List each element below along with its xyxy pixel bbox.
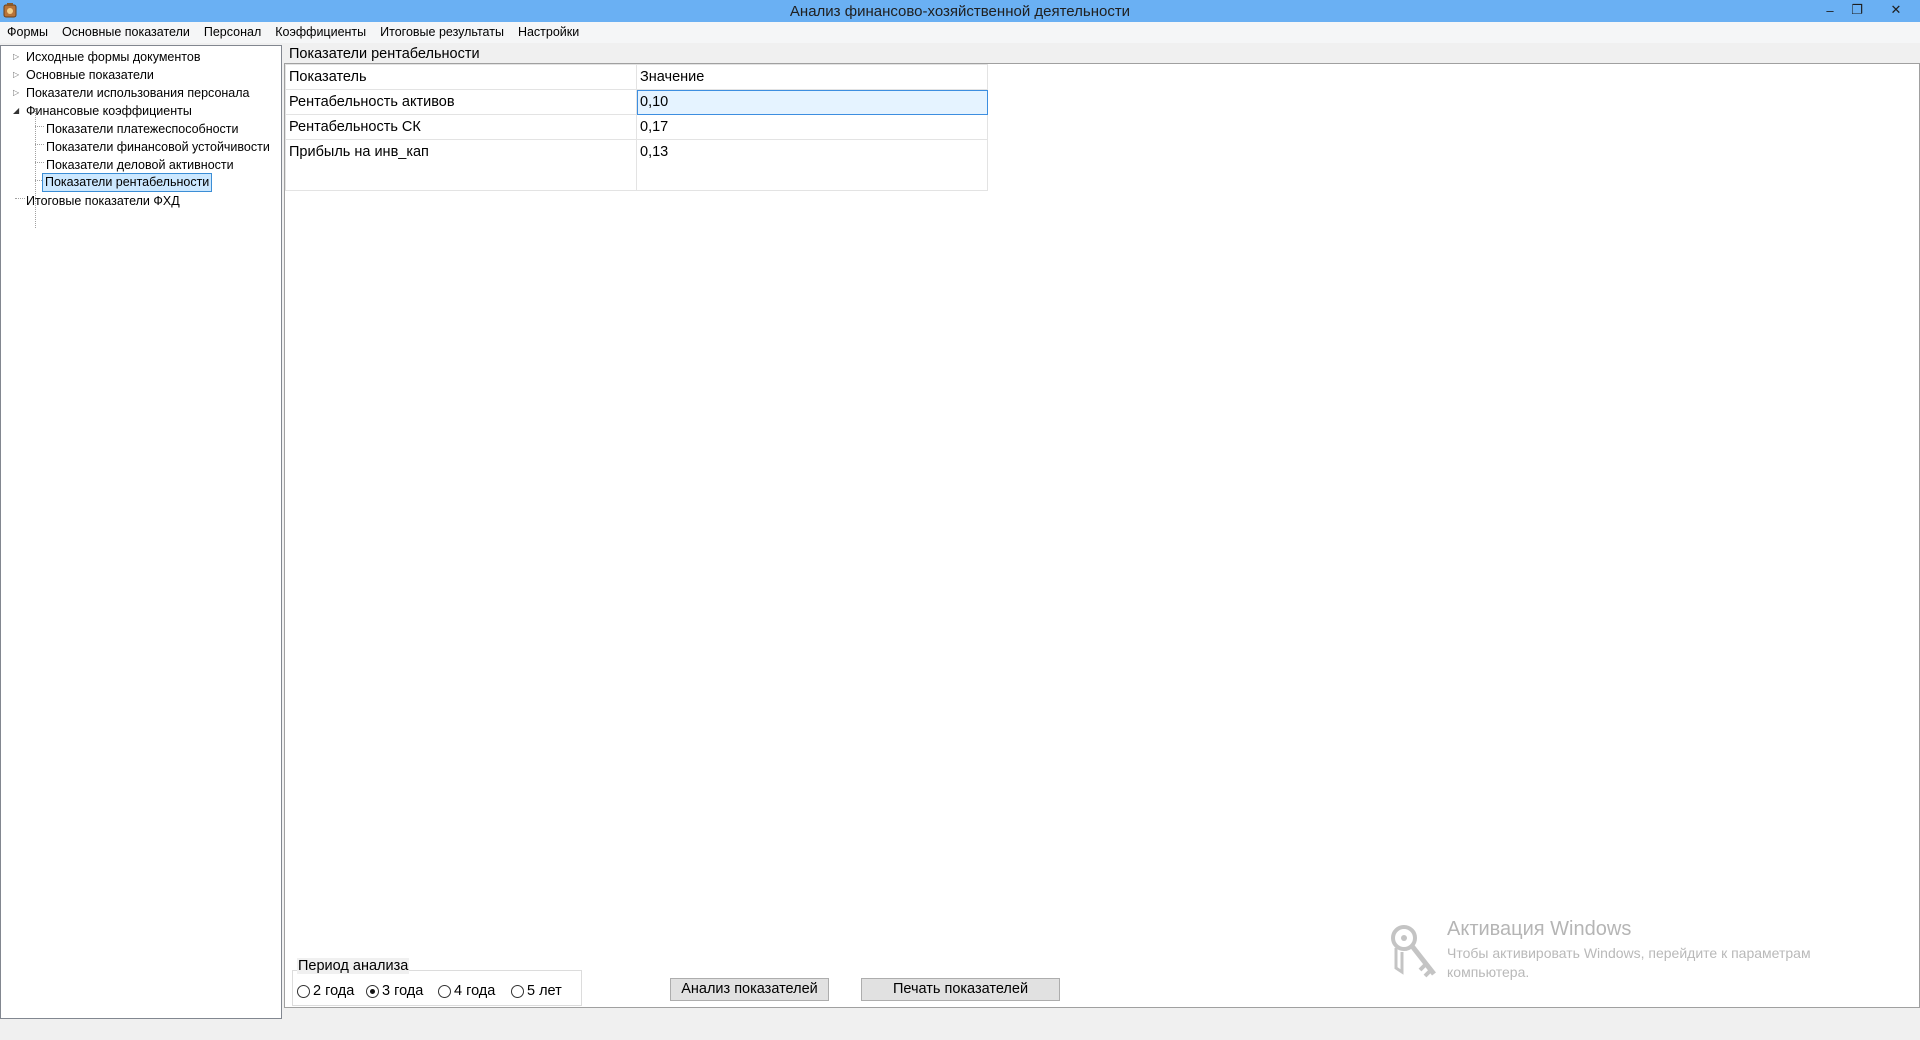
- radio-label: 2 года: [313, 983, 355, 999]
- indicator-name-cell[interactable]: Рентабельность активов: [285, 89, 637, 115]
- indicator-value-cell[interactable]: 0,13: [636, 139, 988, 191]
- content-area: Показатель Значение Рентабельность актив…: [284, 63, 1920, 1008]
- menu-settings[interactable]: Настройки: [511, 22, 586, 43]
- radio-icon[interactable]: [297, 984, 310, 998]
- radio-label: 3 года: [382, 983, 424, 999]
- activation-watermark: Активация Windows Чтобы активировать Win…: [1390, 918, 1850, 988]
- collapse-arrow-icon[interactable]: ◢: [13, 107, 21, 115]
- indicator-value-cell[interactable]: 0,10: [636, 89, 988, 115]
- watermark-title: Активация Windows: [1447, 918, 1632, 940]
- tree-item-label: Исходные формы документов: [26, 50, 201, 64]
- indicator-name-cell[interactable]: Прибыль на инв_кап: [285, 139, 637, 191]
- expand-arrow-icon[interactable]: ▷: [13, 71, 21, 79]
- tree-item-business-activity[interactable]: Показатели деловой активности: [46, 156, 234, 174]
- table-row[interactable]: Рентабельность активов 0,10: [285, 89, 988, 115]
- tree-item-label: Показатели рентабельности: [45, 175, 210, 189]
- tree-connector-line: [35, 126, 44, 127]
- main-panel: Показатели рентабельности Показатель Зна…: [284, 45, 1920, 1019]
- tree-connector-line: [15, 198, 25, 199]
- menu-results[interactable]: Итоговые результаты: [373, 22, 511, 43]
- indicator-name-cell[interactable]: Рентабельность СК: [285, 114, 637, 140]
- restore-button[interactable]: ❐: [1840, 0, 1874, 20]
- tree-item-profitability[interactable]: Показатели рентабельности: [42, 173, 213, 192]
- menu-bar: Формы Основные показатели Персонал Коэфф…: [0, 22, 1920, 43]
- tree-item-label: Показатели финансовой устойчивости: [46, 140, 270, 154]
- radio-checked-icon[interactable]: [366, 984, 379, 998]
- radio-icon[interactable]: [511, 984, 524, 998]
- expand-arrow-icon[interactable]: ▷: [13, 89, 21, 97]
- window-title: Анализ финансово-хозяйственной деятельно…: [789, 3, 1131, 20]
- key-icon: [1391, 925, 1436, 978]
- tree-item-label: Основные показатели: [26, 68, 154, 82]
- status-bar: [0, 1019, 1920, 1040]
- radio-label: 4 года: [454, 983, 496, 999]
- radio-icon[interactable]: [438, 984, 451, 998]
- section-title: Показатели рентабельности: [289, 46, 480, 62]
- tree-connector-line: [35, 144, 44, 145]
- radio-5-years[interactable]: 5 лет: [511, 982, 562, 1000]
- print-button[interactable]: Печать показателей: [861, 978, 1060, 1001]
- period-group: Период анализа 2 года 3 года 4 года 5 ле…: [292, 958, 582, 1006]
- radio-2-years[interactable]: 2 года: [297, 982, 354, 1000]
- title-bar: Анализ финансово-хозяйственной деятельно…: [0, 0, 1920, 22]
- tree-item-total-fhd[interactable]: Итоговые показатели ФХД: [26, 192, 180, 210]
- indicators-grid: Показатель Значение Рентабельность актив…: [285, 64, 988, 191]
- tree-item-label: Показатели платежеспособности: [46, 122, 239, 136]
- tree-item-label: Итоговые показатели ФХД: [26, 194, 180, 208]
- tree-item-label: Показатели деловой активности: [46, 158, 234, 172]
- watermark-text: Чтобы активировать Windows, перейдите к …: [1447, 945, 1811, 980]
- table-row[interactable]: Прибыль на инв_кап 0,13: [285, 139, 988, 191]
- tree-item-financial-stability[interactable]: Показатели финансовой устойчивости: [46, 138, 270, 156]
- grid-header-row: Показатель Значение: [285, 64, 988, 90]
- radio-4-years[interactable]: 4 года: [438, 982, 495, 1000]
- tree-item-label: Показатели использования персонала: [26, 86, 250, 100]
- menu-coefficients[interactable]: Коэффициенты: [268, 22, 373, 43]
- tree-item-solvency[interactable]: Показатели платежеспособности: [46, 120, 239, 138]
- expand-arrow-icon[interactable]: ▷: [13, 53, 21, 61]
- column-header-value[interactable]: Значение: [636, 64, 988, 90]
- analyze-button[interactable]: Анализ показателей: [670, 978, 829, 1001]
- radio-3-years[interactable]: 3 года: [366, 982, 423, 1000]
- tree-connector-line: [35, 162, 44, 163]
- column-header-indicator[interactable]: Показатель: [285, 64, 637, 90]
- menu-personnel[interactable]: Персонал: [197, 22, 268, 43]
- tree-item-label: Финансовые коэффициенты: [26, 104, 192, 118]
- navigation-tree: ▷ Исходные формы документов ▷ Основные п…: [0, 45, 282, 1019]
- menu-forms[interactable]: Формы: [0, 22, 55, 43]
- indicator-value-cell[interactable]: 0,17: [636, 114, 988, 140]
- menu-main-indicators[interactable]: Основные показатели: [55, 22, 197, 43]
- close-button[interactable]: ✕: [1879, 0, 1913, 20]
- radio-label: 5 лет: [527, 983, 562, 999]
- period-legend: Период анализа: [297, 958, 410, 974]
- table-row[interactable]: Рентабельность СК 0,17: [285, 114, 988, 140]
